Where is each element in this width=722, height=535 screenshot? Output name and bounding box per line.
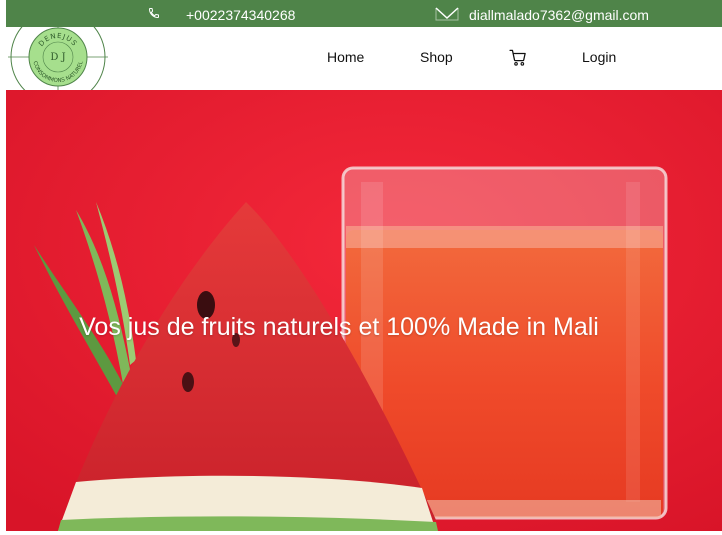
hero-headline: Vos jus de fruits naturels et 100% Made …	[79, 313, 599, 341]
phone-number[interactable]: +0022374340268	[186, 0, 295, 27]
logo[interactable]: DENEJUS CONSOMMONS NATUREL D J	[8, 23, 108, 93]
nav-home-link[interactable]: Home	[327, 49, 364, 65]
envelope-icon	[435, 7, 459, 21]
cart-icon[interactable]	[508, 48, 528, 72]
phone-icon	[148, 8, 159, 19]
nav-login-link[interactable]: Login	[582, 49, 616, 65]
hero-banner: Vos jus de fruits naturels et 100% Made …	[6, 90, 722, 531]
logo-monogram: D J	[50, 52, 65, 63]
top-bar: +0022374340268 diallmalado7362@gmail.com	[6, 0, 722, 27]
email-address[interactable]: diallmalado7362@gmail.com	[469, 0, 649, 27]
nav-shop-link[interactable]: Shop	[420, 49, 453, 65]
navbar: DENEJUS CONSOMMONS NATUREL D J Home Shop…	[6, 23, 722, 93]
